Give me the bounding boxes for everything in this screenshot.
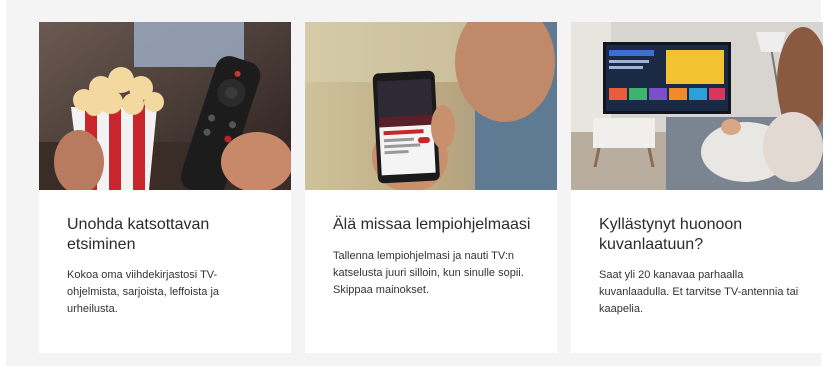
feature-section: Unohda katsottavan etsiminen Kokoa oma v… [6,0,823,366]
card-title: Älä missaa lempiohjelmaasi [333,216,531,233]
card-description: Tallenna lempiohjelmasi ja nauti TV:n ka… [333,250,524,296]
feature-card-library: Unohda katsottavan etsiminen Kokoa oma v… [39,22,291,353]
card-description: Kokoa oma viihdekirjastosi TV-ohjelmista… [67,269,220,315]
phone-in-hand-image [305,22,557,190]
feature-card-recording: Älä missaa lempiohjelmaasi Tallenna lemp… [305,22,557,353]
card-title: Unohda katsottavan etsiminen [67,216,210,253]
popcorn-remote-image [39,22,291,190]
card-description: Saat yli 20 kanavaa parhaalla kuvanlaadu… [599,269,799,315]
feature-card-quality: Kyllästynyt huonoon kuvanlaatuun? Saat y… [571,22,823,353]
card-title: Kyllästynyt huonoon kuvanlaatuun? [599,216,743,253]
living-room-tv-image [571,22,823,190]
